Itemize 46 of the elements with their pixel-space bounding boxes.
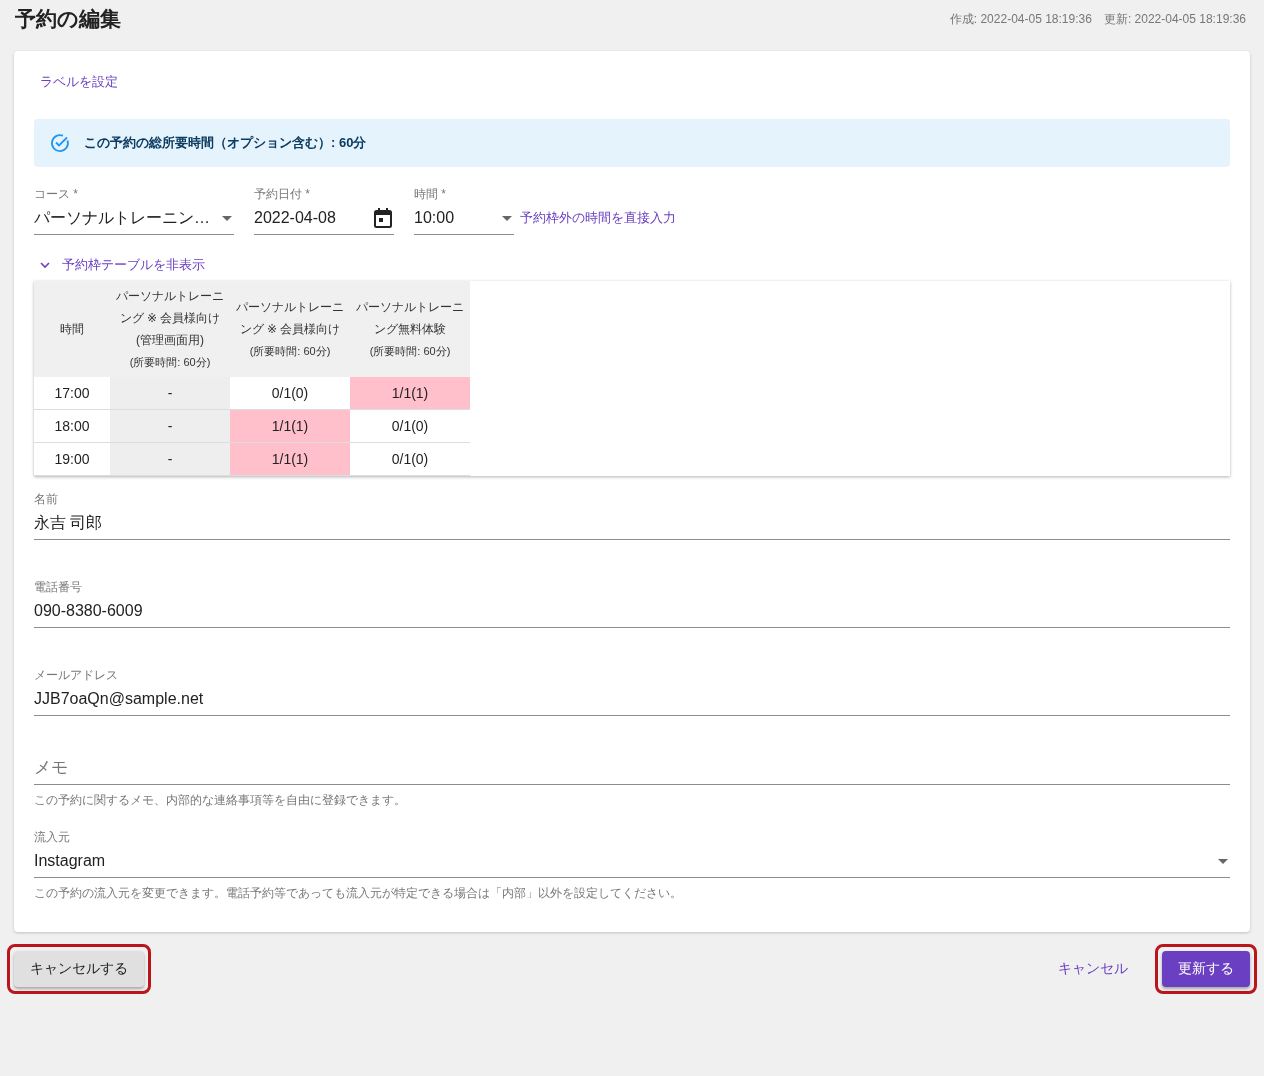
update-button[interactable]: 更新する	[1162, 951, 1250, 987]
slot-cell[interactable]: 1/1(1)	[350, 377, 470, 410]
chevron-down-icon	[40, 261, 50, 269]
field-label: 予約日付 *	[254, 186, 310, 202]
set-label-link[interactable]: ラベルを設定	[40, 73, 118, 91]
field-label: 流入元	[34, 829, 70, 845]
text-field[interactable]: JJB7oaQn@sample.net	[34, 684, 1230, 714]
field-label: 名前	[34, 491, 58, 507]
page-title: 予約の編集	[15, 6, 121, 32]
source-select[interactable]: Instagram	[34, 846, 1216, 876]
slot-cell[interactable]: 1/1(1)	[230, 409, 350, 443]
created-timestamp: 作成: 2022-04-05 18:19:36	[949, 10, 1092, 28]
slot-cell[interactable]: 1/1(1)	[230, 442, 350, 476]
banner-text: この予約の総所要時間（オプション含む）: 60分	[84, 134, 367, 152]
column-header: パーソナルトレーニング ※ 会員様向け (所要時間: 60分)	[230, 281, 350, 377]
column-header: パーソナルトレーニング無料体験 (所要時間: 60分)	[350, 281, 470, 377]
slot-cell[interactable]: -	[110, 377, 230, 410]
dropdown-caret-icon	[222, 215, 232, 221]
cancel-button[interactable]: キャンセルする	[14, 951, 144, 987]
time-select[interactable]: 10:00	[414, 203, 500, 233]
cancel-button[interactable]: キャンセル	[1042, 951, 1144, 987]
calendar-icon	[374, 208, 392, 228]
memo-field[interactable]: メモ	[34, 753, 1230, 783]
check-circle-icon	[50, 133, 70, 153]
field-label: コース *	[34, 186, 78, 202]
helper-text: この予約の流入元を変更できます。電話予約等であっても流入元が特定できる場合は「内部」以外を設定してください。	[34, 885, 682, 902]
slot-cell[interactable]: 0/1(0)	[350, 442, 470, 476]
updated-timestamp: 更新: 2022-04-05 18:19:36	[1103, 10, 1246, 28]
text-field[interactable]: 永吉 司郎	[34, 508, 1230, 538]
text-field[interactable]: 090-8380-6009	[34, 596, 1230, 626]
helper-text: この予約に関するメモ、内部的な連絡事項等を自由に登録できます。	[34, 792, 406, 809]
direct-time-input-link[interactable]: 予約枠外の時間を直接入力	[520, 209, 676, 227]
slot-cell[interactable]: -	[110, 409, 230, 443]
dropdown-caret-icon	[1218, 858, 1228, 864]
date-field[interactable]: 2022-04-08	[254, 203, 372, 233]
course-select[interactable]: パーソナルトレーニン…	[34, 203, 220, 233]
slot-cell[interactable]: -	[110, 442, 230, 476]
column-header: 時間	[34, 281, 110, 377]
slot-cell[interactable]: 0/1(0)	[350, 409, 470, 443]
slot-cell[interactable]: 0/1(0)	[230, 377, 350, 410]
dropdown-caret-icon	[502, 215, 512, 221]
field-label: メールアドレス	[34, 667, 118, 683]
column-header: パーソナルトレーニング ※ 会員様向け (管理画面用) (所要時間: 60分)	[110, 281, 230, 377]
field-label: 時間 *	[414, 186, 446, 202]
hide-table-toggle[interactable]: 予約枠テーブルを非表示	[34, 255, 205, 275]
field-label: 電話番号	[34, 579, 82, 595]
